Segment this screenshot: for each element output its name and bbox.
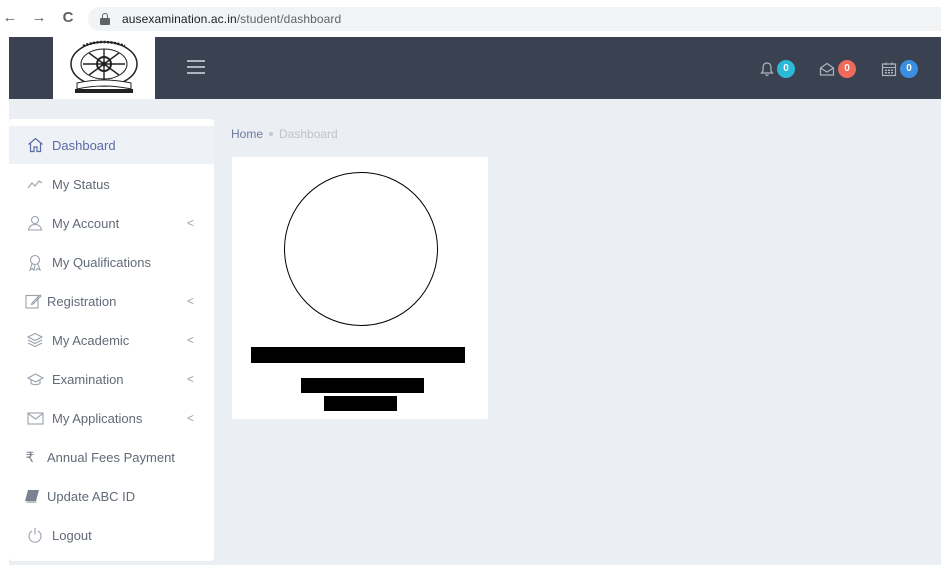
- browser-toolbar: ← → C ausexamination.ac.in/student/dashb…: [0, 0, 941, 37]
- sidebar-item-label: Annual Fees Payment: [47, 449, 175, 465]
- university-seal-icon: [70, 40, 138, 93]
- sidebar-item-label: My Academic: [52, 332, 130, 348]
- menu-toggle-button[interactable]: [187, 60, 205, 74]
- profile-photo: [284, 172, 438, 326]
- redacted-profile-link-text: [324, 396, 397, 411]
- back-button[interactable]: ←: [2, 9, 18, 27]
- graduation-cap-icon: [26, 370, 44, 388]
- power-icon: [26, 526, 44, 544]
- sidebar-item-label: My Qualifications: [52, 254, 151, 270]
- sidebar-item-label: My Applications: [52, 410, 143, 426]
- notifications-badge: 0: [777, 60, 795, 78]
- breadcrumb-separator: [269, 132, 274, 136]
- url-text: ausexamination.ac.in/student/dashboard: [122, 12, 341, 26]
- sidebar-item-examination[interactable]: Examination <: [9, 360, 214, 398]
- url-domain: ausexamination.ac.in: [122, 12, 237, 26]
- lock-icon: [100, 13, 110, 25]
- university-logo[interactable]: [53, 37, 155, 99]
- chevron-left-icon: <: [187, 294, 195, 308]
- notifications-button[interactable]: 0: [760, 59, 795, 79]
- bell-icon: [760, 62, 774, 77]
- sidebar-item-label: Update ABC ID: [47, 488, 136, 504]
- user-icon: [26, 214, 44, 232]
- sidebar-item-label: Dashboard: [52, 137, 116, 153]
- chevron-left-icon: <: [187, 411, 195, 425]
- address-bar[interactable]: ausexamination.ac.in/student/dashboard: [88, 7, 941, 31]
- award-icon: [26, 253, 44, 271]
- sidebar-item-my-qualifications[interactable]: My Qualifications: [9, 243, 214, 281]
- chevron-left-icon: <: [187, 372, 195, 386]
- breadcrumb-current: Dashboard: [279, 127, 338, 141]
- sidebar: Dashboard My Status My Account < My Qual…: [9, 119, 214, 561]
- rupee-icon: ₹: [25, 448, 35, 465]
- sidebar-item-my-academic[interactable]: My Academic <: [9, 321, 214, 359]
- redacted-student-name: [251, 347, 465, 363]
- calendar-icon: [881, 62, 897, 77]
- messages-button[interactable]: 0: [819, 59, 856, 79]
- chevron-left-icon: <: [187, 216, 195, 230]
- sidebar-item-label: My Account: [52, 215, 120, 231]
- redacted-student-id: [301, 378, 424, 393]
- sidebar-item-my-account[interactable]: My Account <: [9, 204, 214, 242]
- sidebar-item-label: Examination: [52, 371, 124, 387]
- book-icon: [23, 487, 41, 505]
- sidebar-item-registration[interactable]: Registration <: [9, 282, 214, 320]
- breadcrumb: Home Dashboard: [231, 127, 338, 141]
- profile-card: P ): [232, 157, 488, 419]
- url-path: /student/dashboard: [236, 12, 342, 26]
- layers-icon: [26, 331, 44, 349]
- sidebar-item-my-status[interactable]: My Status: [9, 165, 214, 203]
- reload-button[interactable]: C: [60, 9, 76, 27]
- sidebar-item-update-abc-id[interactable]: Update ABC ID: [9, 477, 214, 515]
- sidebar-item-label: My Status: [52, 176, 110, 192]
- sidebar-item-annual-fees-payment[interactable]: ₹ Annual Fees Payment: [9, 438, 214, 476]
- trend-line-icon: [26, 175, 44, 193]
- home-icon: [26, 136, 44, 154]
- breadcrumb-home-link[interactable]: Home: [231, 127, 263, 141]
- sidebar-item-dashboard[interactable]: Dashboard: [9, 126, 214, 164]
- envelope-open-icon: [819, 62, 835, 76]
- sidebar-item-my-applications[interactable]: My Applications <: [9, 399, 214, 437]
- forward-button[interactable]: →: [31, 9, 47, 27]
- sidebar-item-logout[interactable]: Logout: [9, 516, 214, 554]
- chevron-left-icon: <: [187, 333, 195, 347]
- sidebar-item-label: Registration: [47, 293, 117, 309]
- edit-icon: [24, 292, 42, 310]
- calendar-badge: 0: [900, 60, 918, 78]
- calendar-button[interactable]: 0: [881, 59, 918, 79]
- messages-badge: 0: [838, 60, 856, 78]
- mail-icon: [26, 409, 44, 427]
- top-header: 0 0 0: [9, 37, 941, 99]
- sidebar-item-label: Logout: [52, 527, 92, 543]
